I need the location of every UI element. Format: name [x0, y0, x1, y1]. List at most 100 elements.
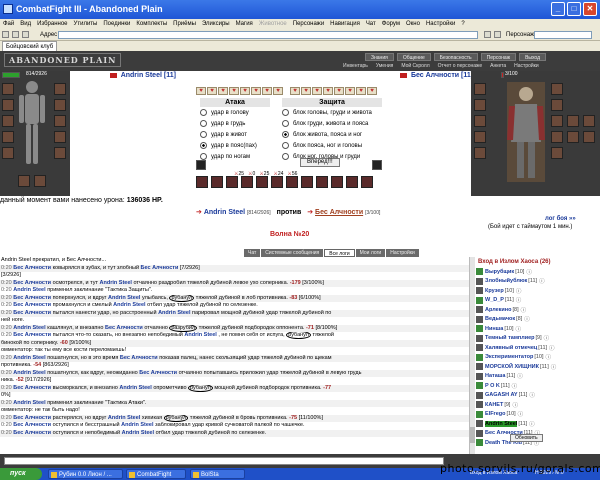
chat-user[interactable]: Арлекино [8] ⓘ [476, 305, 600, 315]
log-target[interactable]: Andrin Steel [100, 280, 132, 286]
game-subnav-item[interactable]: Анкета [487, 62, 509, 70]
crossed-swords-icon[interactable] [583, 131, 595, 143]
radio-button[interactable] [200, 120, 207, 127]
chat-user[interactable]: Злобныйублюк [11] ⓘ [476, 277, 600, 287]
chat-user[interactable]: GAGASH AY [11] ⓘ [476, 391, 600, 401]
chat-user-name[interactable]: EIFrego [485, 411, 505, 417]
radio-button[interactable] [282, 131, 289, 138]
log-actor[interactable]: Бес Алчности [13, 295, 51, 301]
game-subnav-item[interactable]: Отчет о персонаже [435, 62, 486, 70]
radio-button[interactable] [200, 109, 207, 116]
chat-user-name[interactable]: W_D_P [485, 297, 504, 303]
skill-icon[interactable] [256, 176, 268, 188]
player-name[interactable]: Andrin Steel [11] [110, 72, 176, 79]
attack-option[interactable]: удар в грудь [200, 118, 270, 129]
log-actor[interactable]: Бес Алчности [13, 332, 51, 338]
menu-item[interactable]: Навигация [327, 19, 363, 29]
forward-icon[interactable] [12, 31, 19, 38]
info-icon[interactable]: ⓘ [544, 334, 550, 342]
game-subnav-item[interactable]: Мой Скролл [398, 62, 432, 70]
chat-user-name[interactable]: Наташа [485, 373, 505, 379]
shield-slot-icon[interactable] [54, 115, 66, 127]
info-icon[interactable]: ⓘ [551, 363, 557, 371]
minimize-button[interactable]: _ [551, 2, 565, 16]
home-icon[interactable] [22, 31, 29, 38]
versus-player[interactable]: Andrin Steel [204, 209, 245, 216]
chat-user-name[interactable]: Темный тамплиер [485, 335, 535, 341]
chat-user[interactable]: Наташа [11] ⓘ [476, 372, 600, 382]
log-tab[interactable]: Чат [244, 249, 261, 257]
log-target[interactable]: Andrin Steel [121, 422, 153, 428]
amulet-slot-icon[interactable] [2, 99, 14, 111]
armor-slot-icon[interactable] [2, 131, 14, 143]
versus-enemy[interactable]: Бес Алчности [315, 209, 363, 216]
log-actor[interactable]: Бес Алчности [13, 422, 51, 428]
gloves-slot-icon[interactable] [551, 99, 563, 111]
menu-item[interactable]: Животное [256, 19, 290, 29]
menu-item[interactable]: Приёмы [170, 19, 199, 29]
taskbar-item[interactable]: Рубин 0.0 Лион / ... [48, 469, 123, 479]
taskbar-item[interactable]: CombatFight [126, 469, 186, 479]
boots-slot-icon[interactable] [551, 147, 563, 159]
pants-slot-icon[interactable] [551, 131, 563, 143]
info-icon[interactable]: ⓘ [512, 401, 518, 409]
radio-button[interactable] [200, 131, 207, 138]
chat-user-name[interactable]: Арлекино [485, 307, 512, 313]
log-actor[interactable]: Andrin Steel [13, 325, 45, 331]
menu-item[interactable]: Окно [403, 19, 423, 29]
info-icon[interactable]: ⓘ [521, 306, 527, 314]
helmet-slot-icon[interactable] [474, 83, 486, 95]
log-actor[interactable]: Бес Алчности [13, 385, 51, 391]
skill-icon[interactable] [226, 176, 238, 188]
menu-item[interactable]: Избранное [34, 19, 70, 29]
game-subnav-item[interactable]: Умения [373, 62, 396, 70]
ring-slot-icon[interactable] [551, 83, 563, 95]
radio-button[interactable] [200, 142, 207, 149]
chat-user[interactable]: EIFrego [10] ⓘ [476, 410, 600, 420]
skill-icon[interactable] [286, 176, 298, 188]
amulet-slot-icon[interactable] [474, 99, 486, 111]
log-target[interactable]: Andrin Steel [108, 295, 140, 301]
chat-user-name[interactable]: Нинша [485, 326, 503, 332]
enemy-name[interactable]: Бес Алчности [11] [400, 72, 473, 79]
menu-item[interactable]: Фай [0, 19, 17, 29]
info-icon[interactable]: ⓘ [516, 287, 522, 295]
log-target[interactable]: Andrin Steel [158, 310, 190, 316]
chat-user-name[interactable]: Andrin Steel [485, 420, 518, 427]
skill-icon[interactable] [271, 176, 283, 188]
update-button[interactable]: Обновить [510, 434, 543, 442]
refresh-icon[interactable] [494, 31, 501, 38]
chat-user-name[interactable]: КАНЕТ [485, 402, 503, 408]
menu-item[interactable]: Магия [233, 19, 256, 29]
chat-user[interactable]: Нинша [10] ⓘ [476, 324, 600, 334]
belt-slot-icon[interactable] [474, 147, 486, 159]
crossed-swords-icon[interactable] [567, 115, 579, 127]
defense-option[interactable]: блок живота, пояса и ног [282, 129, 382, 140]
log-actor[interactable]: Бес Алчности [13, 265, 51, 271]
game-subnav-item[interactable]: Инвентарь [340, 62, 371, 70]
info-icon[interactable]: ⓘ [549, 344, 555, 352]
belt-slot-icon[interactable] [2, 147, 14, 159]
battle-log-link[interactable]: лог боя »» [545, 216, 576, 222]
attack-option[interactable]: удар по ногам [200, 151, 270, 162]
forward-button[interactable]: Вперед!!! [300, 158, 340, 167]
log-actor[interactable]: Бес Алчности [13, 280, 51, 286]
game-nav-item[interactable]: Выход [519, 53, 547, 61]
log-target[interactable]: Andrin Steel [108, 415, 140, 421]
menu-item[interactable]: Настройки [423, 19, 458, 29]
pants-slot-icon[interactable] [54, 131, 66, 143]
radio-button[interactable] [282, 142, 289, 149]
tab-fight-club[interactable]: Бойцовский клуб [2, 41, 58, 51]
crossed-swords-icon[interactable] [567, 131, 579, 143]
info-icon[interactable]: ⓘ [518, 410, 524, 418]
chat-user[interactable]: МОРСКОЙ ХИЩНИК [11] ⓘ [476, 362, 600, 372]
chat-user-name[interactable]: Злобныйублюк [485, 278, 527, 284]
left-action-icon[interactable] [196, 160, 206, 170]
info-icon[interactable]: ⓘ [526, 268, 532, 276]
skill-icon[interactable] [346, 176, 358, 188]
menu-item[interactable]: Вид [17, 19, 34, 29]
info-icon[interactable]: ⓘ [517, 372, 523, 380]
defense-option[interactable]: блок груди, живота и пояса [282, 118, 382, 129]
ring-slot-icon[interactable] [54, 83, 66, 95]
start-button[interactable]: пуск [0, 468, 42, 480]
